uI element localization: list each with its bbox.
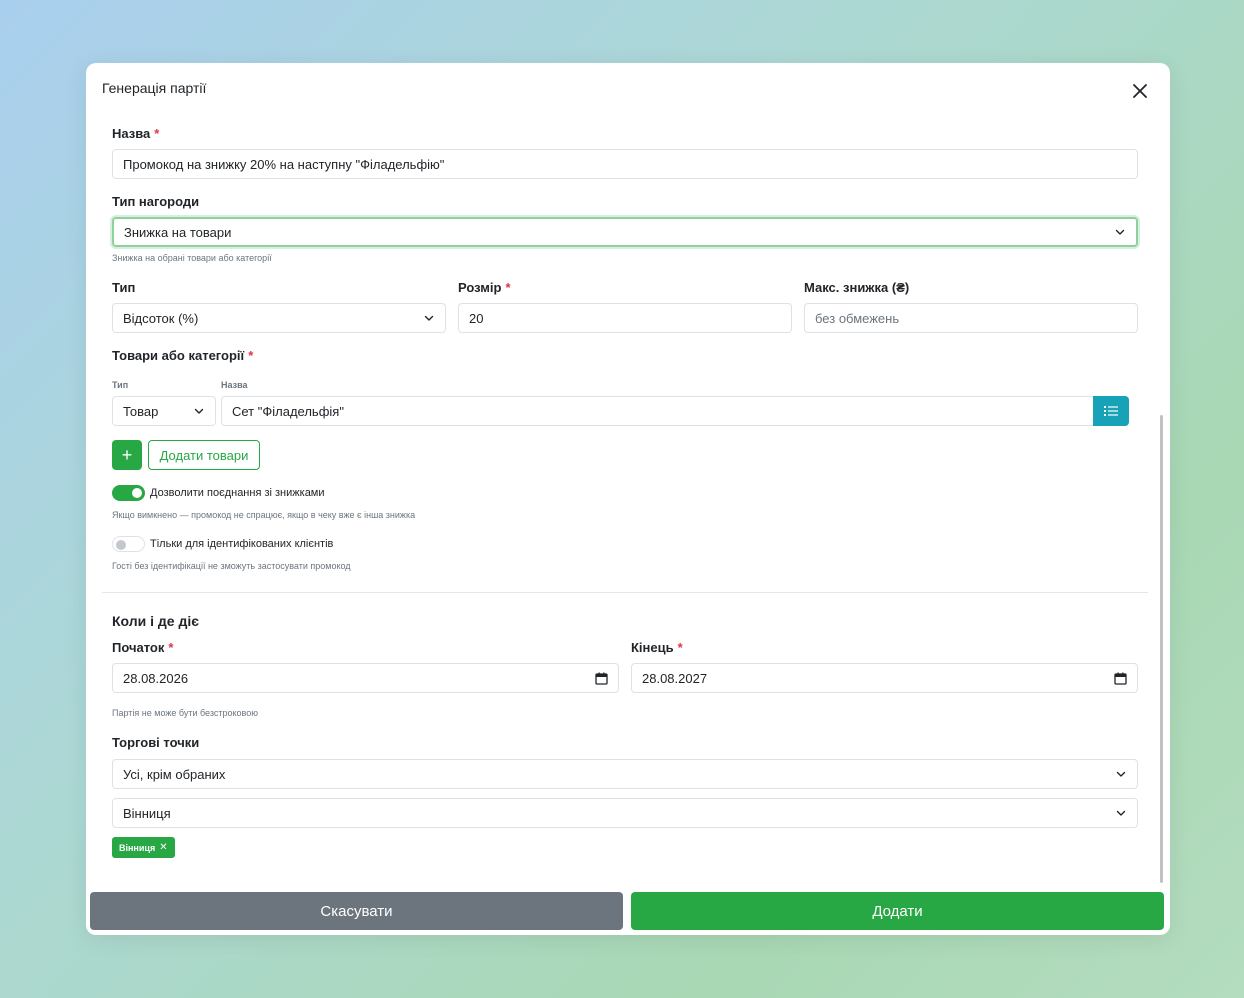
size-label-text: Розмір <box>458 280 502 295</box>
allow-combine-label: Дозволити поєднання зі знижками <box>150 487 325 499</box>
start-date-input[interactable]: 28.08.2026 <box>112 663 619 693</box>
scrollbar[interactable] <box>1160 415 1163 883</box>
chevron-down-icon <box>1115 229 1125 235</box>
products-label-text: Товари або категорії <box>112 348 245 363</box>
chevron-down-icon <box>424 315 434 321</box>
start-label-text: Початок <box>112 640 165 655</box>
cancel-button[interactable]: Скасувати <box>90 892 623 930</box>
discount-type-label: Тип <box>112 280 136 295</box>
size-input-value: 20 <box>469 310 484 326</box>
chevron-down-icon <box>1116 810 1126 816</box>
calendar-icon[interactable] <box>1114 672 1127 685</box>
list-icon <box>1104 406 1118 416</box>
product-type-select[interactable]: Товар <box>112 396 216 426</box>
required-mark: * <box>168 640 174 655</box>
close-icon[interactable] <box>1131 82 1149 100</box>
outlets-city-value: Вінниця <box>123 805 171 821</box>
name-label: Назва * <box>112 126 159 141</box>
add-products-button[interactable]: Додати товари <box>148 440 260 470</box>
required-mark: * <box>505 280 511 295</box>
products-col-type: Тип <box>112 380 129 390</box>
identified-only-help: Гості без ідентифікації не зможуть засто… <box>112 561 351 571</box>
section-divider <box>102 592 1148 593</box>
reward-type-value: Знижка на товари <box>124 224 232 240</box>
name-input-value: Промокод на знижку 20% на наступну "Філа… <box>123 156 445 172</box>
start-date-value: 28.08.2026 <box>123 670 189 686</box>
required-mark: * <box>154 126 160 141</box>
reward-type-select[interactable]: Знижка на товари <box>112 217 1138 247</box>
outlet-badge-label: Вінниця <box>119 842 156 853</box>
discount-type-value: Відсоток (%) <box>123 310 199 326</box>
max-discount-label: Макс. знижка (₴) <box>804 280 910 295</box>
size-label: Розмір * <box>458 280 511 295</box>
calendar-icon[interactable] <box>595 672 608 685</box>
period-help: Партія не може бути безстроковою <box>112 708 258 718</box>
product-name-value: Сет "Філадельфія" <box>232 403 344 419</box>
when-where-title: Коли і де діє <box>112 613 199 629</box>
products-col-name: Назва <box>221 380 248 390</box>
allow-combine-toggle[interactable] <box>112 485 145 501</box>
discount-type-select[interactable]: Відсоток (%) <box>112 303 446 333</box>
required-mark: * <box>248 348 254 363</box>
outlets-label: Торгові точки <box>112 735 200 750</box>
product-name-input[interactable]: Сет "Філадельфія" <box>221 396 1094 426</box>
required-mark: * <box>677 640 683 655</box>
end-date-value: 28.08.2027 <box>642 670 708 686</box>
outlet-badge: Вінниця ✕ <box>112 837 175 858</box>
identified-only-toggle[interactable] <box>112 536 145 552</box>
add-row-button[interactable]: + <box>112 440 142 470</box>
end-label: Кінець * <box>631 640 683 655</box>
products-label: Товари або категорії * <box>112 348 253 363</box>
identified-only-label: Тільки для ідентифікованих клієнтів <box>150 538 334 550</box>
max-discount-placeholder: без обмежень <box>815 310 900 326</box>
product-type-value: Товар <box>123 403 159 419</box>
chevron-down-icon <box>1116 771 1126 777</box>
reward-type-label: Тип нагороди <box>112 194 200 209</box>
outlets-mode-select[interactable]: Усі, крім обраних <box>112 759 1138 789</box>
outlets-mode-value: Усі, крім обраних <box>123 766 226 782</box>
outlets-city-select[interactable]: Вінниця <box>112 798 1138 828</box>
remove-badge-icon[interactable]: ✕ <box>159 842 167 853</box>
batch-generation-modal: Генерація партії Назва * Промокод на зниж… <box>86 63 1170 935</box>
allow-combine-help: Якщо вимкнено — промокод не спрацює, якщ… <box>112 510 416 520</box>
end-label-text: Кінець <box>631 640 674 655</box>
chevron-down-icon <box>194 408 204 414</box>
modal-title: Генерація партії <box>102 80 207 96</box>
reward-type-help: Знижка на обрані товари або категорії <box>112 253 272 263</box>
add-button[interactable]: Додати <box>631 892 1164 930</box>
size-input[interactable]: 20 <box>458 303 792 333</box>
max-discount-input[interactable]: без обмежень <box>804 303 1138 333</box>
pick-products-button[interactable] <box>1093 396 1129 426</box>
end-date-input[interactable]: 28.08.2027 <box>631 663 1138 693</box>
name-input[interactable]: Промокод на знижку 20% на наступну "Філа… <box>112 149 1138 179</box>
name-label-text: Назва <box>112 126 151 141</box>
start-label: Початок * <box>112 640 173 655</box>
